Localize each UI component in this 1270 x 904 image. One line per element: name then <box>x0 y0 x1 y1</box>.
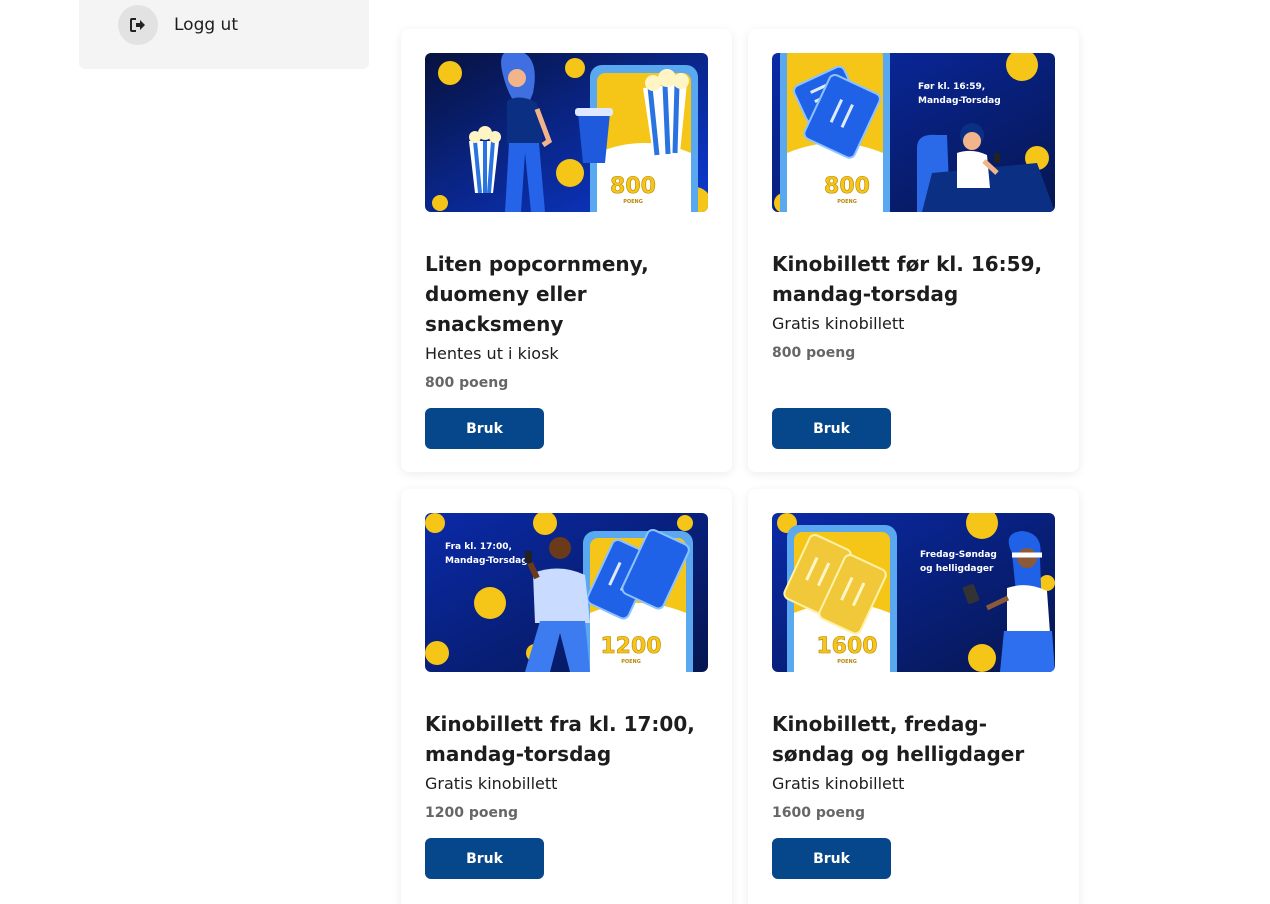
use-reward-button[interactable]: Bruk <box>772 408 891 449</box>
svg-text:800: 800 <box>610 174 656 199</box>
reward-image-ticket-weekend: 1600 POENG Fredag-Søndag og helligdager <box>772 513 1055 672</box>
reward-card: 800 POENG Før kl. 16:59, Mandag-Torsdag … <box>748 29 1079 472</box>
reward-points: 1600 poeng <box>772 805 865 821</box>
svg-text:Fra kl. 17:00,: Fra kl. 17:00, <box>445 542 512 552</box>
reward-subtitle: Gratis kinobillett <box>772 314 905 333</box>
use-reward-button[interactable]: Bruk <box>425 408 544 449</box>
reward-points: 800 poeng <box>772 345 856 361</box>
reward-points: 800 poeng <box>425 375 509 391</box>
reward-card: 800 POENG Liten popcornmeny, duomeny ell… <box>401 29 732 472</box>
svg-text:1200: 1200 <box>600 634 661 659</box>
reward-title: Liten popcornmeny, duomeny eller snacksm… <box>425 252 649 336</box>
svg-text:Mandag-Torsdag: Mandag-Torsdag <box>918 96 1001 106</box>
reward-subtitle: Hentes ut i kiosk <box>425 344 559 363</box>
logout-label: Logg ut <box>174 15 238 35</box>
svg-text:1600: 1600 <box>816 634 877 659</box>
reward-subtitle: Gratis kinobillett <box>425 774 558 793</box>
use-reward-button[interactable]: Bruk <box>425 838 544 879</box>
reward-points: 1200 poeng <box>425 805 518 821</box>
svg-text:Mandag-Torsdag: Mandag-Torsdag <box>445 556 528 566</box>
svg-text:POENG: POENG <box>837 199 857 205</box>
reward-image-ticket-from-1700: Fra kl. 17:00, Mandag-Torsdag 1200 POENG <box>425 513 708 672</box>
reward-title: Kinobillett fra kl. 17:00, mandag-torsda… <box>425 712 695 766</box>
svg-text:og helligdager: og helligdager <box>920 564 994 574</box>
reward-subtitle: Gratis kinobillett <box>772 774 905 793</box>
svg-text:Fredag-Søndag: Fredag-Søndag <box>920 550 997 560</box>
reward-card: 1600 POENG Fredag-Søndag og helligdager … <box>748 489 1079 904</box>
logout-button[interactable]: Logg ut <box>118 5 238 45</box>
reward-title: Kinobillett før kl. 16:59, mandag-torsda… <box>772 252 1043 306</box>
svg-text:POENG: POENG <box>621 659 641 665</box>
svg-text:Før kl. 16:59,: Før kl. 16:59, <box>918 82 985 92</box>
svg-text:POENG: POENG <box>837 659 857 665</box>
reward-title: Kinobillett, fredag-søndag og helligdage… <box>772 712 1025 766</box>
use-reward-button[interactable]: Bruk <box>772 838 891 879</box>
reward-card: Fra kl. 17:00, Mandag-Torsdag 1200 POENG… <box>401 489 732 904</box>
logout-icon <box>118 5 158 45</box>
reward-image-ticket-before-1659: 800 POENG Før kl. 16:59, Mandag-Torsdag <box>772 53 1055 212</box>
svg-text:800: 800 <box>824 174 870 199</box>
svg-text:POENG: POENG <box>623 199 643 205</box>
reward-image-popcorn: 800 POENG <box>425 53 708 212</box>
